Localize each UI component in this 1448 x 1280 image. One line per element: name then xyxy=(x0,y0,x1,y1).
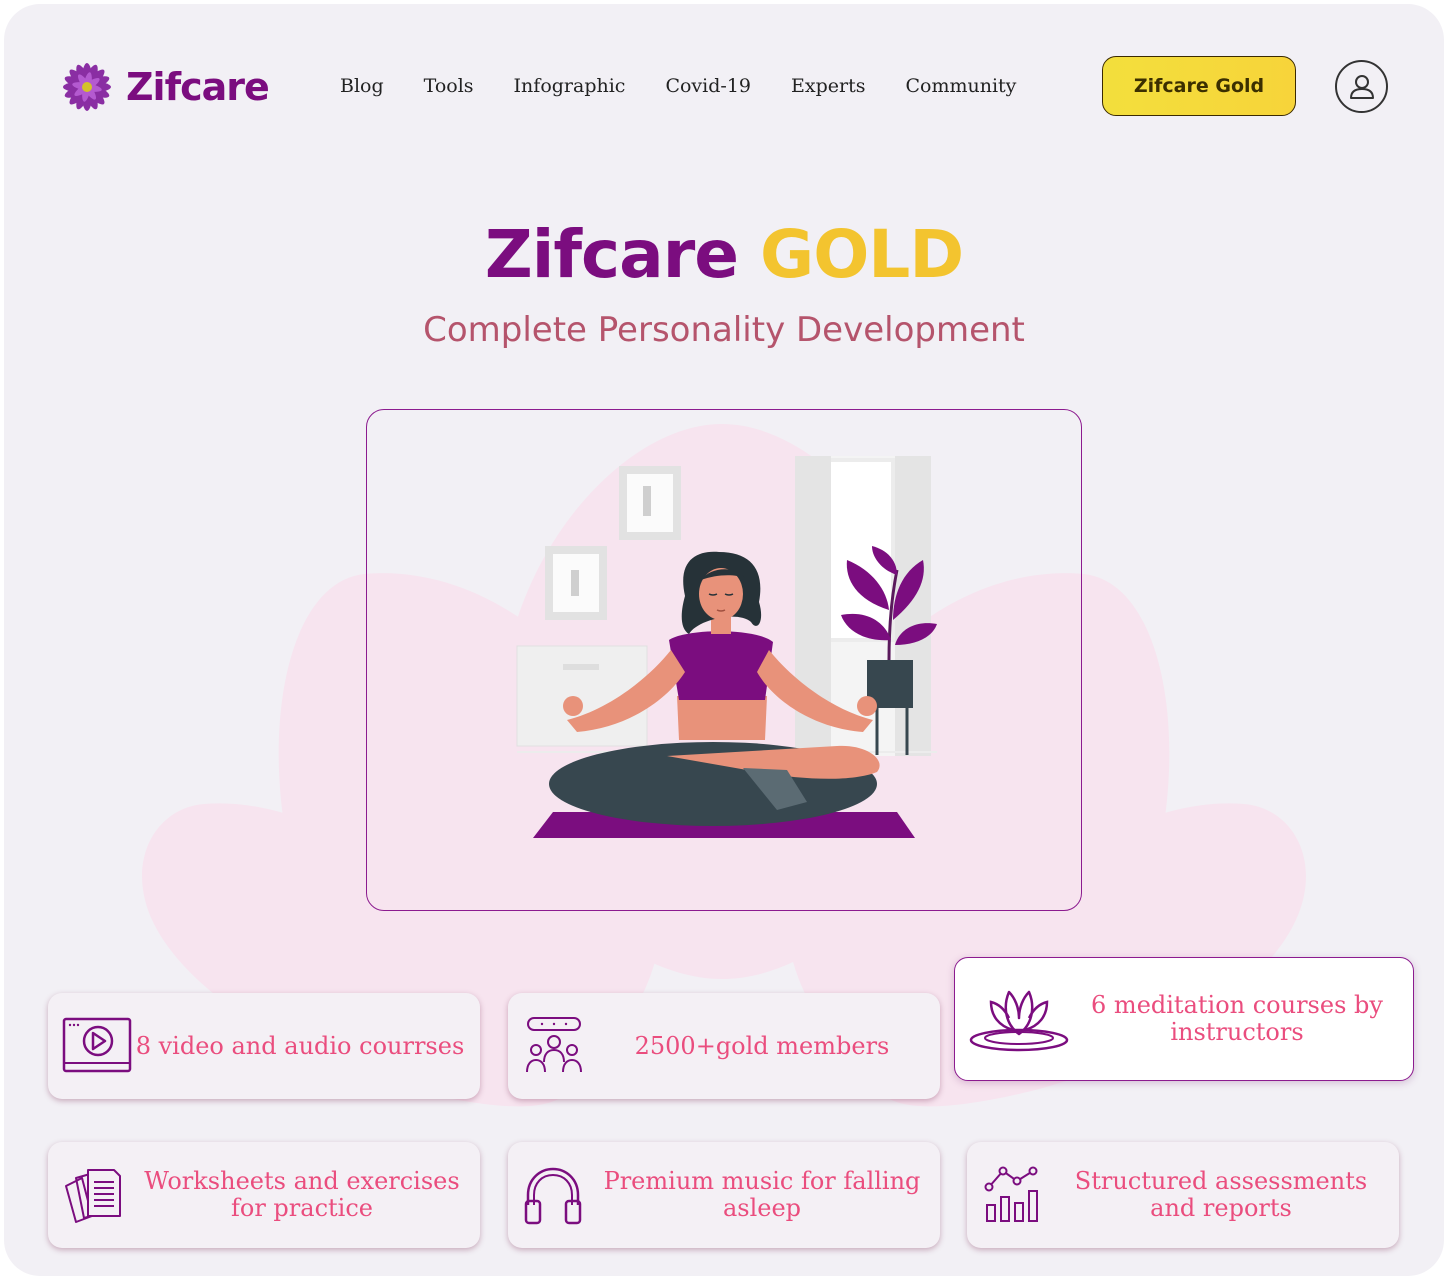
feature-card-assessments[interactable]: Structured assessments and reports xyxy=(967,1142,1399,1248)
zifcare-gold-button[interactable]: Zifcare Gold xyxy=(1102,56,1296,116)
group-members-icon xyxy=(526,1017,582,1073)
feature-label: Structured assessments and reports xyxy=(1074,1167,1368,1222)
page-frame: Zifcare Blog Tools Infographic Covid-19 … xyxy=(4,4,1444,1276)
hero-subtitle: Complete Personality Development xyxy=(423,310,1025,350)
main-nav: Blog Tools Infographic Covid-19 Experts … xyxy=(340,74,1016,98)
purple-flower-icon xyxy=(63,63,111,111)
meditating-woman-illustration xyxy=(516,456,937,838)
hero-title: Zifcare GOLD xyxy=(4,216,1444,293)
chart-report-icon xyxy=(984,1166,1038,1222)
feature-card-video-courses[interactable]: 8 video and audio courrses xyxy=(48,993,480,1099)
nav-link-covid-19[interactable]: Covid-19 xyxy=(665,74,751,98)
nav-link-experts[interactable]: Experts xyxy=(791,74,865,98)
feature-card-worksheets[interactable]: Worksheets and exercises for practice xyxy=(48,1142,480,1248)
worksheets-icon xyxy=(65,1169,121,1223)
nav-link-infographic[interactable]: Infographic xyxy=(514,74,626,98)
feature-label: 8 video and audio courrses xyxy=(135,1031,465,1060)
profile-button[interactable] xyxy=(1335,60,1388,113)
feature-card-premium-music[interactable]: Premium music for falling asleep xyxy=(508,1142,940,1248)
feature-card-gold-members[interactable]: 2500+gold members xyxy=(508,993,940,1099)
hero-illustration-frame xyxy=(366,409,1082,911)
hero-title-gold: GOLD xyxy=(760,216,964,293)
user-icon xyxy=(1349,74,1374,99)
nav-link-blog[interactable]: Blog xyxy=(340,74,384,98)
headphones-icon xyxy=(524,1167,582,1225)
brand-name: Zifcare xyxy=(126,65,270,109)
hero-title-brand: Zifcare xyxy=(484,216,739,293)
feature-label: 2500+gold members xyxy=(634,1031,890,1060)
lotus-icon xyxy=(969,990,1069,1052)
feature-card-meditation-courses[interactable]: 6 meditation courses by instructors xyxy=(954,957,1414,1081)
feature-label: Worksheets and exercises for practice xyxy=(144,1167,460,1222)
feature-label: 6 meditation courses by instructors xyxy=(1091,991,1383,1046)
video-play-icon xyxy=(62,1017,132,1073)
nav-link-tools[interactable]: Tools xyxy=(424,74,474,98)
nav-link-community[interactable]: Community xyxy=(905,74,1016,98)
brand-logo[interactable]: Zifcare xyxy=(60,60,270,114)
feature-label: Premium music for falling asleep xyxy=(603,1167,921,1222)
